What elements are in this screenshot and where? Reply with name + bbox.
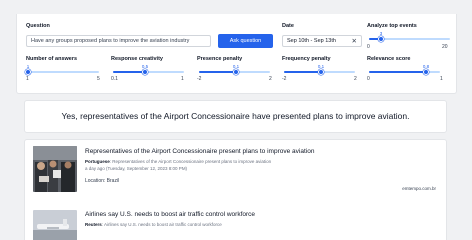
slider-thumb[interactable] bbox=[25, 69, 31, 75]
result-source[interactable]: emtempo.com.br bbox=[402, 186, 436, 191]
close-icon[interactable]: ✕ bbox=[352, 37, 357, 45]
question-input[interactable]: Have any groups proposed plans to improv… bbox=[26, 35, 211, 47]
slider-track[interactable] bbox=[113, 69, 184, 75]
slider-label: Number of answers bbox=[26, 56, 78, 62]
slider-max: 1 bbox=[440, 76, 443, 82]
top-events-label: Analyze top events bbox=[367, 23, 417, 29]
slider-track[interactable] bbox=[25, 69, 99, 75]
controls-panel: Question Have any groups proposed plans … bbox=[16, 14, 457, 94]
result-title[interactable]: Representatives of the Airport Concessio… bbox=[85, 148, 314, 155]
result-summary: Reuters: Airlines say U.S. needs to boos… bbox=[85, 222, 222, 227]
slider-min: 0 bbox=[367, 76, 370, 82]
slider-fill bbox=[113, 71, 145, 73]
question-label: Question bbox=[26, 23, 50, 29]
result-location: Location: Brazil bbox=[85, 178, 120, 184]
slider-max: 5 bbox=[97, 76, 100, 82]
slider-label: Frequency penalty bbox=[282, 56, 331, 62]
date-label: Date bbox=[282, 23, 294, 29]
slider-thumb[interactable] bbox=[233, 69, 239, 75]
slider-thumb[interactable] bbox=[142, 69, 148, 75]
slider-min: 1 bbox=[26, 76, 29, 82]
result-source-label: Reuters bbox=[85, 222, 102, 227]
slider-thumb[interactable] bbox=[318, 69, 324, 75]
slider-min: 0.1 bbox=[111, 76, 118, 82]
slider-track[interactable] bbox=[199, 69, 270, 75]
slider-max: 2 bbox=[354, 76, 357, 82]
slider-track[interactable] bbox=[284, 69, 355, 75]
slider-fill bbox=[199, 71, 236, 73]
result-summary-text: Airlines say U.S. needs to boost air tra… bbox=[104, 222, 222, 227]
result-summary: Portuguese: Representatives of the Airpo… bbox=[85, 159, 272, 164]
slider-label: Relevance score bbox=[367, 56, 411, 62]
result-item[interactable]: Representatives of the Airport Concessio… bbox=[33, 146, 438, 198]
news-photo bbox=[33, 210, 77, 240]
top-events-slider[interactable] bbox=[369, 36, 450, 42]
result-title[interactable]: Airlines say U.S. needs to boost air tra… bbox=[85, 211, 255, 218]
results-list: Representatives of the Airport Concessio… bbox=[24, 139, 447, 240]
slider-track[interactable] bbox=[369, 69, 440, 75]
result-item[interactable]: Airlines say U.S. needs to boost air tra… bbox=[33, 206, 438, 240]
top-events-slider-thumb[interactable] bbox=[378, 36, 384, 42]
top-events-min: 0 bbox=[367, 44, 370, 50]
result-language: Portuguese bbox=[85, 159, 110, 164]
slider-min: -2 bbox=[282, 76, 287, 82]
slider-max: 2 bbox=[269, 76, 272, 82]
news-photo bbox=[33, 146, 77, 192]
slider-min: -2 bbox=[197, 76, 202, 82]
date-range-input[interactable]: Sep 10th - Sep 13th ✕ bbox=[282, 35, 362, 47]
slider-label: Presence penalty bbox=[197, 56, 243, 62]
top-events-max: 20 bbox=[442, 44, 448, 50]
slider-fill bbox=[369, 71, 426, 73]
slider-fill bbox=[284, 71, 321, 73]
slider-max: 1 bbox=[181, 76, 184, 82]
answer-text: Yes, representatives of the Airport Conc… bbox=[61, 111, 410, 121]
slider-thumb[interactable] bbox=[423, 69, 429, 75]
answer-panel: Yes, representatives of the Airport Conc… bbox=[24, 100, 447, 133]
result-summary-text: Representatives of the Airport Concessio… bbox=[112, 159, 272, 164]
date-range-value: Sep 10th - Sep 13th bbox=[287, 38, 336, 44]
result-date: a day ago (Tuesday, September 12, 2023 8… bbox=[85, 166, 188, 171]
slider-label: Response creativity bbox=[111, 56, 163, 62]
ask-question-button[interactable]: Ask question bbox=[218, 34, 273, 48]
